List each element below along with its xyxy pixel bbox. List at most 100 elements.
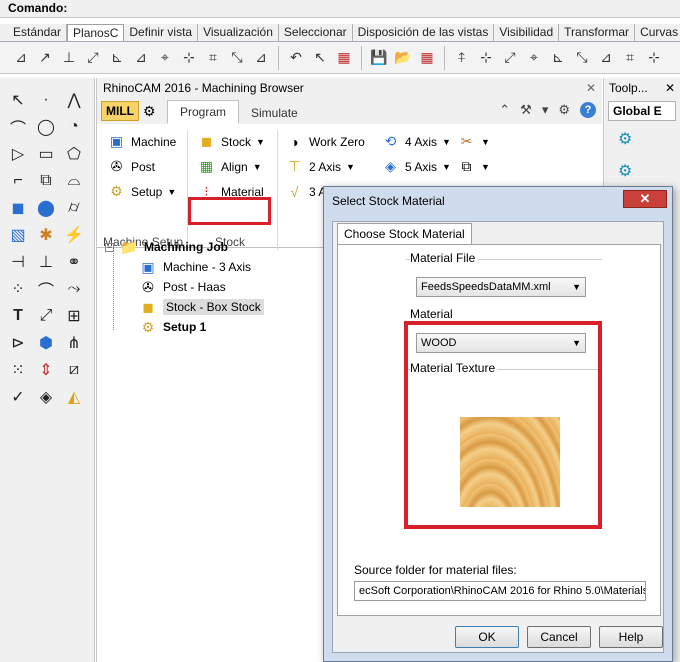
ok-button[interactable]: OK xyxy=(455,626,519,648)
cplane-icon[interactable]: ⊹ xyxy=(475,47,497,69)
undo-view-icon[interactable]: ↶ xyxy=(285,47,307,69)
tab-seleccionar[interactable]: Seleccionar xyxy=(279,24,353,41)
grid-icon[interactable]: ▦ xyxy=(333,47,355,69)
tree-node-post[interactable]: ✇ Post - Haas xyxy=(139,278,226,296)
hammer-icon[interactable]: ⚒ xyxy=(520,102,532,118)
light-icon[interactable]: ◭ xyxy=(62,385,86,409)
cplane-icon[interactable]: ↗ xyxy=(34,47,56,69)
cplane-icon[interactable]: ⤡ xyxy=(226,47,248,69)
text-icon[interactable]: T xyxy=(6,304,30,328)
copy-button[interactable]: ⧉ ▼ xyxy=(457,157,490,176)
cplane-icon[interactable]: ⤡ xyxy=(571,47,593,69)
cplane-icon[interactable]: ⤢ xyxy=(82,47,104,69)
cylinder-icon[interactable]: ⌭ xyxy=(62,196,86,220)
solid-icon[interactable]: ⬢ xyxy=(34,331,58,355)
module-switch-icon[interactable]: ⚙ xyxy=(143,103,161,121)
hatch-icon[interactable]: ⋔ xyxy=(62,331,86,355)
polygon-icon[interactable]: ⬠ xyxy=(62,142,86,166)
cplane-icon[interactable]: ⊿ xyxy=(10,47,32,69)
cancel-button[interactable]: Cancel xyxy=(527,626,591,648)
cplane-icon[interactable]: ⊾ xyxy=(547,47,569,69)
open-folder-icon[interactable]: 📂 xyxy=(392,47,414,69)
points-icon[interactable]: ⁘ xyxy=(6,277,30,301)
gear-icon[interactable]: ⚙ xyxy=(558,102,570,118)
material-file-select[interactable]: FeedsSpeedsDataMM.xml ▼ xyxy=(416,277,586,297)
boolean-icon[interactable]: ⚭ xyxy=(62,250,86,274)
tab-definir-vista[interactable]: Definir vista xyxy=(124,24,199,41)
cplane-icon[interactable]: ⊥ xyxy=(58,47,80,69)
help-icon[interactable]: ? xyxy=(580,102,596,118)
align-button[interactable]: ▦ Align ▼ xyxy=(197,157,262,176)
work-zero-button[interactable]: ◑ Work Zero xyxy=(285,132,365,151)
tab-estandar[interactable]: Estándar xyxy=(8,24,68,41)
mesh-icon[interactable]: ▧ xyxy=(6,223,30,247)
cplane-icon[interactable]: ⊿ xyxy=(250,47,272,69)
tab-global[interactable]: Global E xyxy=(608,101,676,121)
five-axis-button[interactable]: ◈ 5 Axis ▼ xyxy=(381,157,451,176)
grid-icon[interactable]: ▦ xyxy=(416,47,438,69)
tab-curvas[interactable]: Curvas xyxy=(635,24,680,41)
fillet-icon[interactable]: ⌐ xyxy=(6,169,30,193)
cplane-icon[interactable]: ⌗ xyxy=(619,47,641,69)
analyze-icon[interactable]: ⧄ xyxy=(62,358,86,382)
select-arrow-icon[interactable]: ↖ xyxy=(6,88,30,112)
pin-icon[interactable]: ⍏ xyxy=(451,47,473,69)
cplane-icon[interactable]: ⌖ xyxy=(523,47,545,69)
tab-transformar[interactable]: Transformar xyxy=(559,24,636,41)
cplane-icon[interactable]: ⊿ xyxy=(595,47,617,69)
gear-icon[interactable]: ✱ xyxy=(34,223,58,247)
cplane-icon[interactable]: ⊿ xyxy=(130,47,152,69)
tab-visibilidad[interactable]: Visibilidad xyxy=(494,24,560,41)
cplane-icon[interactable]: ⤢ xyxy=(499,47,521,69)
flame-icon[interactable]: ⚡ xyxy=(62,223,86,247)
post-button[interactable]: ✇ Post xyxy=(107,157,155,176)
machine-button[interactable]: ▣ Machine xyxy=(107,132,176,151)
box-icon[interactable]: ◼ xyxy=(6,196,30,220)
tab-choose-stock-material[interactable]: Choose Stock Material xyxy=(337,223,472,244)
cplane-icon[interactable]: ⊾ xyxy=(106,47,128,69)
cplane-icon[interactable]: ⊹ xyxy=(178,47,200,69)
source-folder-field[interactable]: ecSoft Corporation\RhinoCAM 2016 for Rhi… xyxy=(354,581,646,601)
tab-simulate[interactable]: Simulate xyxy=(239,102,310,124)
arc-icon[interactable]: ⌒ xyxy=(34,277,58,301)
dimension-icon[interactable]: ⊳ xyxy=(6,331,30,355)
surface-icon[interactable]: ⧉ xyxy=(34,169,58,193)
toolpath-icon[interactable]: ⚙ xyxy=(618,129,642,153)
tab-planosc[interactable]: PlanosC xyxy=(67,24,125,41)
array-icon[interactable]: ⊞ xyxy=(62,304,86,328)
move-icon[interactable]: ⤢ xyxy=(34,304,58,328)
offset-icon[interactable]: ⤳ xyxy=(62,277,86,301)
tree-node-job[interactable]: − 📁 Machining Job xyxy=(105,238,228,256)
sweep-icon[interactable]: ⌓ xyxy=(62,169,86,193)
tree-node-machine[interactable]: ▣ Machine - 3 Axis xyxy=(139,258,251,276)
save-icon[interactable]: 💾 xyxy=(368,47,390,69)
cplane-icon[interactable]: ⌗ xyxy=(202,47,224,69)
distance-icon[interactable]: ⇕ xyxy=(34,358,58,382)
tree-node-setup[interactable]: ⚙ Setup 1 xyxy=(139,318,207,336)
circle-icon[interactable]: ◯ xyxy=(34,115,58,139)
grid-points-icon[interactable]: ⁙ xyxy=(6,358,30,382)
cplane-icon[interactable]: ⌖ xyxy=(154,47,176,69)
three-axis-button[interactable]: √ 3 A xyxy=(285,182,327,201)
check-icon[interactable]: ✓ xyxy=(6,385,30,409)
extend-icon[interactable]: ⊣ xyxy=(6,250,30,274)
help-button[interactable]: Help xyxy=(599,626,663,648)
render-icon[interactable]: ◈ xyxy=(34,385,58,409)
collapse-icon[interactable]: − xyxy=(105,242,114,252)
setup-button[interactable]: ⚙ Setup ▼ xyxy=(107,182,176,201)
tab-visualizacion[interactable]: Visualización xyxy=(198,24,279,41)
toolpath-icon[interactable]: ⚙ xyxy=(618,161,642,185)
tab-program[interactable]: Program xyxy=(167,100,240,124)
close-button[interactable]: ✕ xyxy=(623,190,667,208)
point-icon[interactable]: · xyxy=(34,88,58,112)
arc-icon[interactable]: ◔ xyxy=(62,115,86,139)
polyline-icon[interactable]: ⋀ xyxy=(62,88,86,112)
select-arrow-icon[interactable]: ↖ xyxy=(309,47,331,69)
dropdown-arrow-icon[interactable]: ▾ xyxy=(542,102,549,118)
mill-badge[interactable]: MILL xyxy=(101,101,139,121)
close-icon[interactable]: ✕ xyxy=(665,81,675,95)
rectangle-icon[interactable]: ▭ xyxy=(34,142,58,166)
command-bar[interactable]: Comando: xyxy=(0,0,680,18)
tab-disposicion[interactable]: Disposición de las vistas xyxy=(353,24,495,41)
cplane-icon[interactable]: ⊹ xyxy=(643,47,665,69)
